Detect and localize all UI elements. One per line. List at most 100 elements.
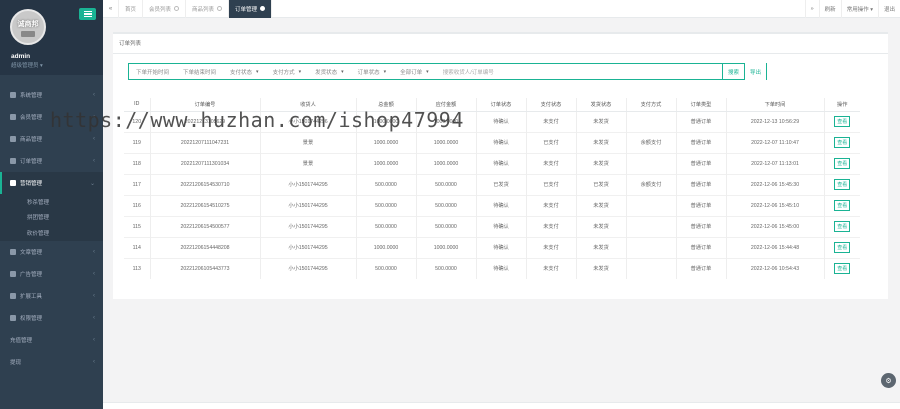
view-order-button[interactable]: 查看 [834, 116, 851, 127]
close-icon[interactable] [217, 6, 223, 11]
table-cell: 118 [124, 152, 150, 174]
table-cell: 待确认 [475, 236, 526, 258]
view-order-button[interactable]: 查看 [834, 221, 851, 232]
menu-toggle-button[interactable] [79, 8, 96, 20]
export-button[interactable]: 导出 [744, 63, 766, 80]
chevron-left-icon: ‹ [93, 249, 95, 255]
settings-fab-icon[interactable]: ⚙ [881, 373, 896, 388]
ship-status-select[interactable]: 发货状态 ▾ [308, 64, 351, 79]
sidebar-item-tools[interactable]: 扩展工具 ‹ [0, 285, 103, 307]
table-cell: 未支付 [525, 152, 576, 174]
pencil-icon [10, 249, 16, 255]
view-order-button[interactable]: 查看 [834, 179, 851, 190]
view-order-button[interactable]: 查看 [834, 158, 851, 169]
tab-scroll-left-button[interactable]: « [103, 0, 119, 18]
action-cell: 查看 [823, 257, 860, 279]
sidebar-subitem-seckill[interactable]: 秒杀管理 [0, 194, 103, 209]
sidebar-item-articles[interactable]: 文章管理 ‹ [0, 241, 103, 263]
table-cell: 已发货 [475, 173, 526, 195]
box-icon [10, 136, 16, 142]
table-cell: 2022-12-06 15:45:30 [725, 173, 824, 195]
close-icon[interactable] [174, 6, 180, 11]
tab-home[interactable]: 首页 [119, 0, 144, 18]
sidebar-item-withdraw[interactable]: 提现 ‹ [0, 351, 103, 373]
avatar[interactable]: 诚商邦 [10, 9, 46, 45]
footer-bar [103, 402, 900, 409]
close-icon[interactable] [260, 6, 266, 11]
watermark-text: https://www.huzhan.com/ishop47994 [50, 108, 464, 132]
table-cell [625, 215, 676, 237]
sidebar-item-orders[interactable]: 订单管理 ‹ [0, 150, 103, 172]
table-cell: 未支付 [525, 257, 576, 279]
tab-goods-list[interactable]: 商品列表 [186, 0, 230, 18]
table-cell: 待确认 [475, 215, 526, 237]
action-cell: 查看 [823, 194, 860, 216]
logo-text: 诚商邦 [17, 21, 39, 28]
tab-scroll-right-button[interactable]: » [804, 0, 819, 18]
order-type-select[interactable]: 全部订单 ▾ [393, 64, 436, 79]
table-cell: 1000.0000 [355, 152, 416, 174]
table-cell: 500.0000 [355, 194, 416, 216]
chevron-left-icon: ‹ [93, 293, 95, 299]
tab-order-manage[interactable]: 订单管理 [229, 0, 273, 18]
sidebar-item-recharge[interactable]: 充值管理 ‹ [0, 329, 103, 351]
order-status-select[interactable]: 订单状态 ▾ [351, 64, 394, 79]
table-cell [625, 110, 676, 132]
filter-buttons: 搜索 导出 [722, 63, 766, 80]
table-cell: 景景 [259, 152, 356, 174]
table-cell: 待确认 [475, 194, 526, 216]
table-cell: 小小1501744295 [259, 236, 356, 258]
sidebar-item-system[interactable]: 系统管理 ‹ [0, 84, 103, 106]
start-time-input[interactable]: 下单开始时间 [129, 64, 176, 79]
logout-button[interactable]: 退出 [877, 0, 900, 18]
table-cell: 500.0000 [355, 257, 416, 279]
pay-status-select[interactable]: 支付状态 ▾ [223, 64, 266, 79]
table-cell: 500.0000 [415, 257, 476, 279]
table-row: 116 20221206154510275 小小1501744295 500.0000… [124, 194, 860, 216]
view-order-button[interactable]: 查看 [834, 242, 851, 253]
search-input[interactable]: 搜索收货人/订单编号 [436, 64, 526, 79]
table-cell [625, 236, 676, 258]
tab-member-list[interactable]: 会员列表 [143, 0, 187, 18]
sidebar-item-marketing[interactable]: 营销管理 ⌄ [0, 172, 103, 194]
chevron-left-icon: ‹ [93, 271, 95, 277]
table-cell: 2022-12-07 11:13:01 [725, 152, 824, 174]
table-cell: 2022-12-06 15:45:00 [725, 215, 824, 237]
table-cell: 20221207111047231 [149, 131, 260, 153]
chevron-left-icon: ‹ [93, 136, 95, 142]
column-header: 下单时间 [725, 98, 824, 112]
table-cell: 未支付 [525, 215, 576, 237]
sidebar-item-permissions[interactable]: 权限管理 ‹ [0, 307, 103, 329]
sidebar-subitem-bargain[interactable]: 砍价管理 [0, 224, 103, 241]
common-actions-dropdown[interactable]: 常用操作 ▾ [840, 0, 878, 18]
cart-icon [10, 158, 16, 164]
sidebar-subitem-groupbuy[interactable]: 拼团管理 [0, 209, 103, 224]
end-time-input[interactable]: 下单结束时间 [176, 64, 223, 79]
action-cell: 查看 [823, 215, 860, 237]
table-row: 113 20221206105443773 小小1501744295 500.0000… [124, 257, 860, 279]
search-button[interactable]: 搜索 [722, 63, 744, 80]
table-cell: 未发货 [575, 236, 626, 258]
table-cell: 114 [124, 236, 150, 258]
column-header: 支付方式 [625, 98, 676, 112]
view-order-button[interactable]: 查看 [834, 137, 851, 148]
pay-method-select[interactable]: 支付方式 ▾ [266, 64, 309, 79]
table-cell: 1000.0000 [415, 152, 476, 174]
table-cell: 20221206105443773 [149, 257, 260, 279]
sidebar: 诚商邦 admin 超级管理员 ▾ 系统管理 ‹ 会员管理 ‹ 商品管理 ‹ 订单管理… [0, 0, 103, 409]
table-cell: 普通订单 [675, 194, 726, 216]
person-icon [10, 315, 16, 321]
tools-icon [10, 293, 16, 299]
view-order-button[interactable]: 查看 [834, 263, 851, 275]
logo-mark [21, 31, 35, 37]
table-cell: 普通订单 [675, 173, 726, 195]
caret-down-icon: ▾ [256, 68, 259, 75]
chevron-left-icon: ‹ [93, 158, 95, 164]
admin-role-dropdown[interactable]: 超级管理员 ▾ [11, 61, 43, 69]
table-cell: 余额支付 [625, 173, 676, 195]
table-cell: 待确认 [475, 152, 526, 174]
sidebar-item-ads[interactable]: 广告管理 ‹ [0, 263, 103, 285]
view-order-button[interactable]: 查看 [834, 200, 851, 211]
refresh-button[interactable]: 刷新 [818, 0, 841, 18]
column-header: 支付状态 [525, 98, 576, 112]
